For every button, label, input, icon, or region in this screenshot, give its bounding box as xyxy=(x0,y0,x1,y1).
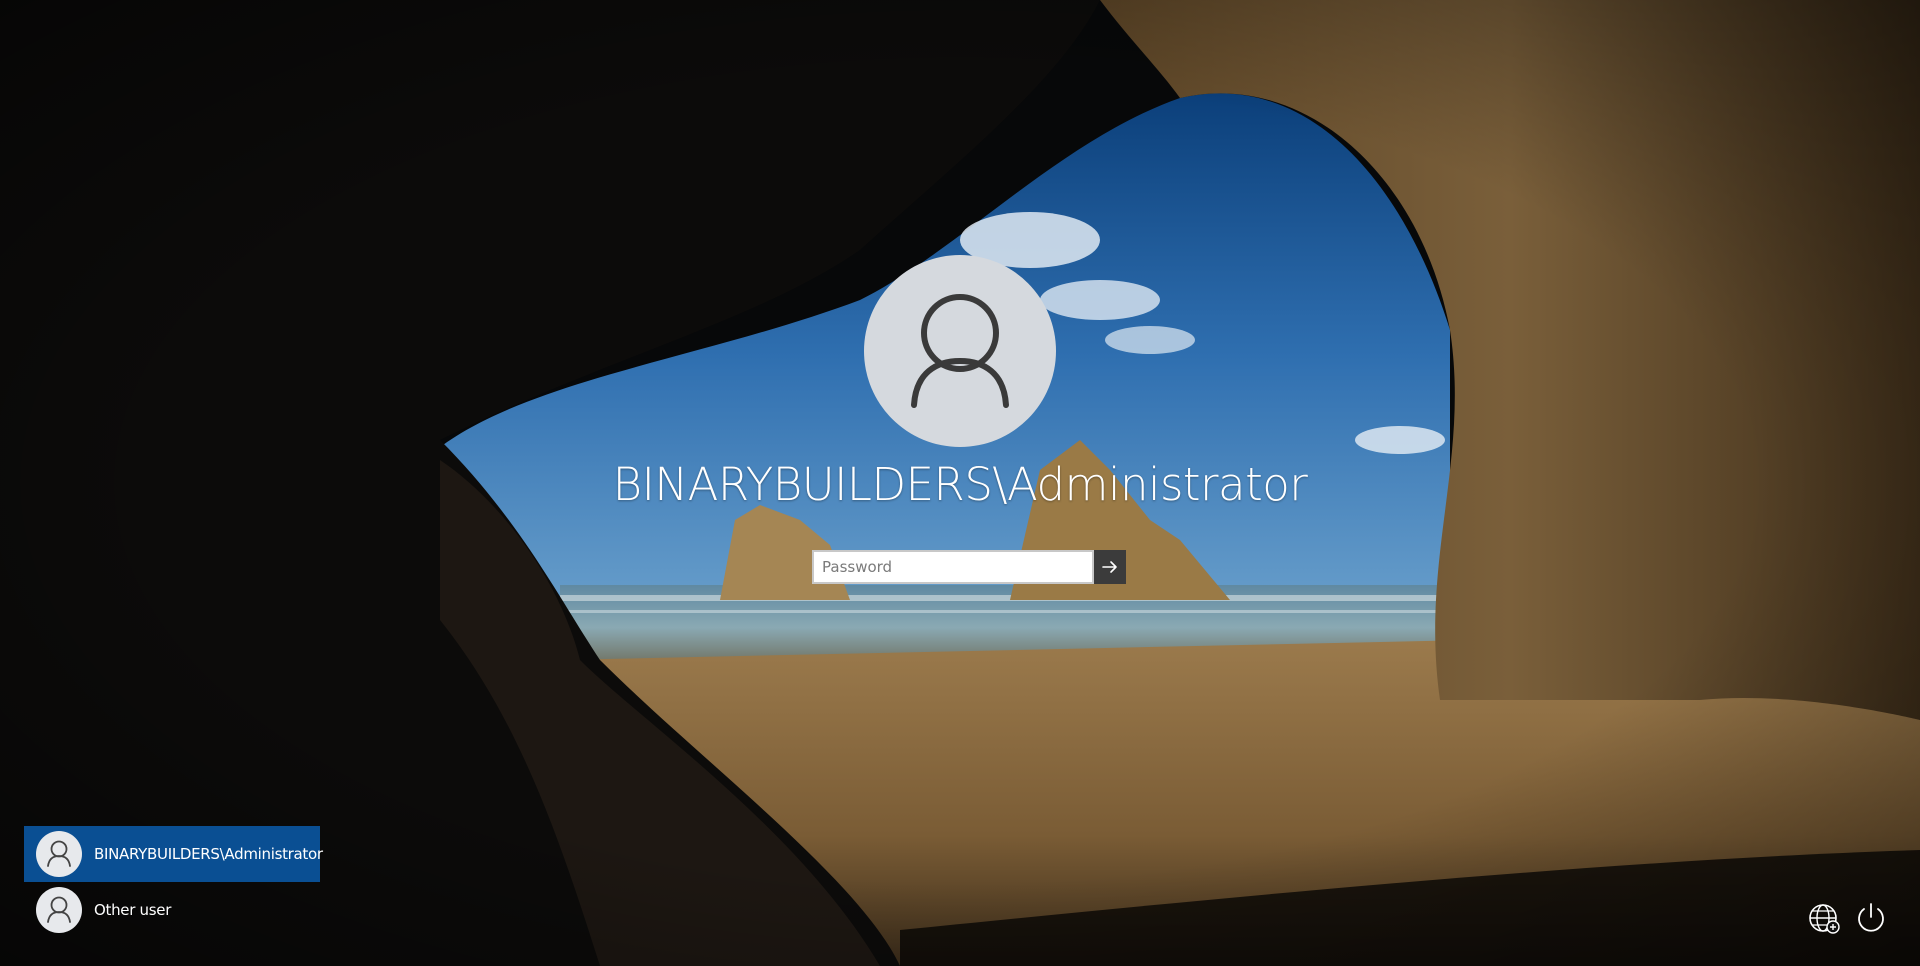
user-item-label: BINARYBUILDERS\Administrator xyxy=(94,845,323,863)
user-item-administrator[interactable]: BINARYBUILDERS\Administrator xyxy=(24,826,323,882)
user-icon xyxy=(911,294,1009,408)
power-icon xyxy=(1858,903,1884,932)
user-item-other-user[interactable]: Other user xyxy=(24,882,320,938)
username-title: BINARYBUILDERS\Administrator xyxy=(612,458,1308,511)
password-input[interactable] xyxy=(812,550,1094,584)
user-icon xyxy=(47,840,71,867)
login-panel: BINARYBUILDERS\Administrator xyxy=(0,0,1920,966)
user-item-label: Other user xyxy=(94,901,172,919)
power-button[interactable] xyxy=(1853,900,1889,936)
user-icon xyxy=(47,896,71,923)
submit-button[interactable] xyxy=(1094,550,1126,584)
lock-screen: BINARYBUILDERS\Administrator BINARYBUILD… xyxy=(0,0,1920,966)
user-avatar-small xyxy=(36,831,82,877)
user-avatar-small xyxy=(36,887,82,933)
user-list: BINARYBUILDERS\Administrator Other user xyxy=(24,826,323,938)
network-globe-icon xyxy=(1809,904,1840,934)
password-row xyxy=(812,550,1126,584)
user-avatar xyxy=(864,255,1056,447)
arrow-right-icon xyxy=(1102,561,1117,573)
network-button[interactable] xyxy=(1806,900,1842,936)
